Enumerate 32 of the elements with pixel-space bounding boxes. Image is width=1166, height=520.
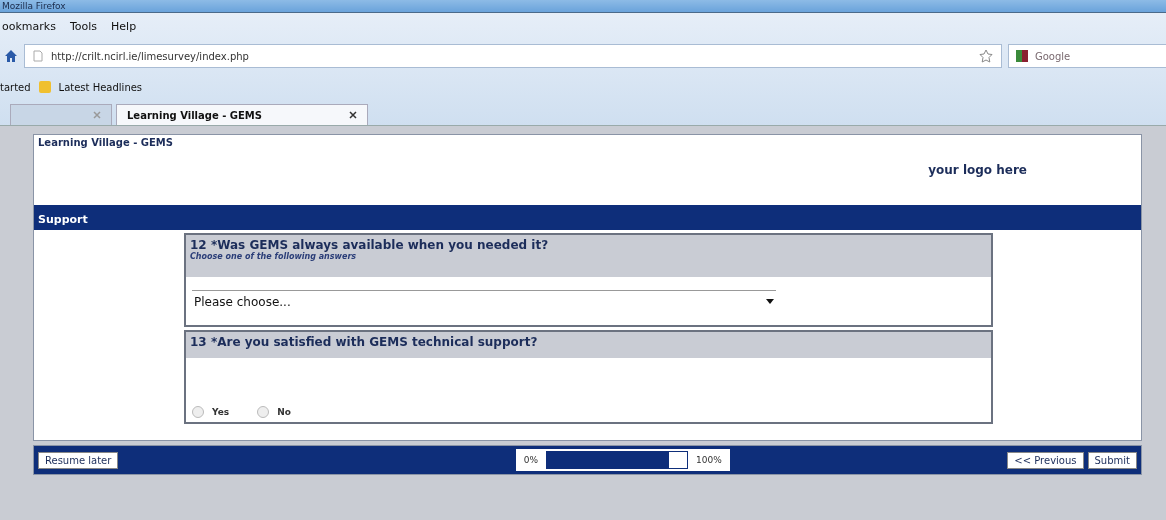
help-text: Choose one of the following answers xyxy=(190,252,358,261)
radio-option[interactable]: No xyxy=(257,406,291,418)
progress-start-label: 0% xyxy=(523,455,539,465)
menu-item[interactable]: Tools xyxy=(69,19,98,33)
group-title: Support xyxy=(38,213,88,226)
submit-button[interactable]: Submit xyxy=(1087,451,1137,469)
question-text: 12 *Was GEMS always available when you needed it? xyxy=(190,238,550,252)
menu-item[interactable]: Help xyxy=(111,19,137,33)
page-icon xyxy=(33,50,43,62)
search-placeholder: Google xyxy=(1035,50,1071,62)
caret-icon xyxy=(766,299,774,304)
question-text: 13 *Are you satisfied with GEMS technical support? xyxy=(190,335,539,349)
window-title: Mozilla Firefox xyxy=(2,1,66,11)
resume-later-button[interactable]: Resume later xyxy=(38,451,119,469)
url-text: http://crilt.ncirl.ie/limesurvey/index.php xyxy=(51,50,249,62)
logo-text: your logo here xyxy=(928,163,1027,177)
menu-item[interactable]: ookmarks xyxy=(2,19,56,33)
close-icon[interactable] xyxy=(349,111,357,119)
survey-title: Learning Village - GEMS xyxy=(38,137,173,148)
bookmark-link[interactable]: tarted xyxy=(0,81,31,93)
star-icon[interactable] xyxy=(979,49,993,63)
previous-button[interactable]: << Previous xyxy=(1007,451,1084,469)
search-field[interactable]: Google xyxy=(1008,44,1166,68)
address-field[interactable]: http://crilt.ncirl.ie/limesurvey/index.php xyxy=(24,44,1002,68)
bookmark-link[interactable]: Latest Headlines xyxy=(58,81,143,93)
progress-end-label: 100% xyxy=(696,455,722,465)
answer-dropdown[interactable]: Please choose... xyxy=(192,289,776,313)
search-engine-icon xyxy=(1015,49,1029,63)
home-icon[interactable] xyxy=(4,49,18,63)
radio-option[interactable]: Yes xyxy=(192,406,230,418)
browser-tab[interactable] xyxy=(10,104,112,125)
browser-tab[interactable]: Learning Village - GEMS xyxy=(116,104,368,125)
